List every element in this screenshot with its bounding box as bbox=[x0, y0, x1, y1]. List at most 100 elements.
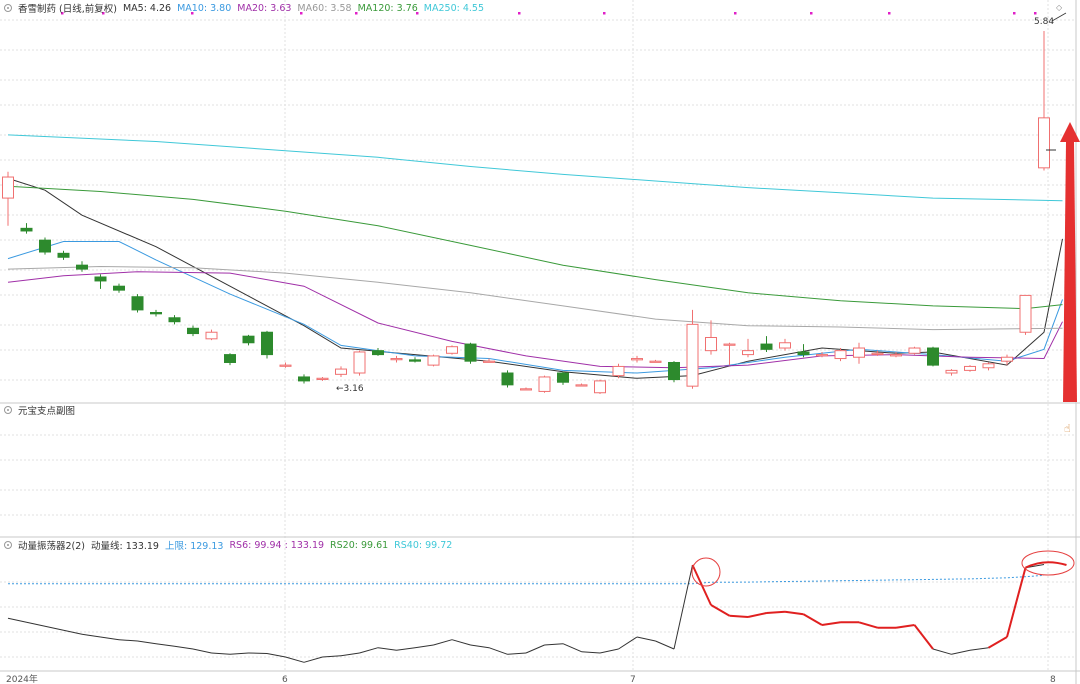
upper-limit-label: 上限: 129.13 bbox=[164, 541, 224, 552]
momentum-segment bbox=[655, 640, 675, 650]
candle-body bbox=[205, 331, 218, 340]
candle-body bbox=[668, 361, 680, 381]
candle-body bbox=[242, 335, 255, 344]
candle-body bbox=[113, 285, 125, 291]
candle-body bbox=[705, 336, 717, 352]
candle-body bbox=[298, 376, 310, 382]
momentum-segment bbox=[26, 621, 46, 627]
ma-line-ma5 bbox=[7, 177, 1063, 379]
candle-body bbox=[1001, 356, 1013, 362]
momentum-segment bbox=[229, 652, 249, 655]
candle-body bbox=[760, 343, 773, 350]
top-marker bbox=[1013, 12, 1016, 15]
candle-body bbox=[723, 343, 736, 346]
stock-title: 香雪制药 (日线,前复权) bbox=[18, 4, 117, 15]
momentum-segment bbox=[192, 648, 212, 654]
sub1-legend: 元宝支点副图 bbox=[0, 402, 81, 418]
panel-settings-icon[interactable] bbox=[4, 4, 12, 12]
sub2-title: 动量振荡器2(2) bbox=[18, 541, 86, 552]
candle-body bbox=[187, 327, 199, 335]
momentum-segment bbox=[137, 640, 157, 645]
candle-body bbox=[594, 380, 606, 394]
top-marker bbox=[734, 12, 737, 15]
candle-body bbox=[982, 363, 995, 369]
ma-line-ma250 bbox=[7, 134, 1063, 202]
momentum-segment bbox=[766, 610, 786, 614]
main-legend: 香雪制药 (日线,前复权) MA5: 4.26 MA10: 3.80 MA20:… bbox=[0, 0, 490, 16]
candle-body bbox=[279, 364, 292, 367]
high-price-pointer bbox=[1051, 12, 1067, 22]
candle-body bbox=[575, 384, 588, 387]
momentum-segment bbox=[470, 644, 490, 649]
momentum-segment bbox=[248, 652, 268, 654]
momentum-segment bbox=[987, 636, 1008, 649]
momentum-segment bbox=[969, 647, 989, 651]
candle-body bbox=[964, 365, 976, 371]
momentum-segment bbox=[285, 656, 305, 663]
momentum-segment bbox=[396, 647, 416, 651]
chart-canvas: 5.84 ◇ ←3.16 ☝ 2024年 6 7 8 bbox=[0, 0, 1080, 684]
momentum-segment bbox=[303, 656, 323, 663]
candle-body bbox=[57, 252, 70, 258]
candle-body bbox=[372, 350, 384, 356]
momentum-segment bbox=[322, 655, 342, 658]
candle-body bbox=[409, 359, 421, 362]
candle-body bbox=[871, 352, 884, 355]
candle-body bbox=[779, 342, 791, 349]
hand-cursor-icon[interactable]: ☝ bbox=[1064, 422, 1071, 435]
x-axis-label: 7 bbox=[630, 675, 636, 684]
candle-body bbox=[1019, 294, 1032, 333]
momentum-segment bbox=[174, 645, 194, 650]
x-axis-label: 2024年 bbox=[6, 673, 38, 684]
candle-body bbox=[557, 372, 569, 383]
sub1-title: 元宝支点副图 bbox=[18, 406, 76, 417]
candle-body bbox=[538, 376, 551, 392]
candle-body bbox=[224, 354, 236, 363]
candle-body bbox=[261, 331, 273, 356]
candle-body bbox=[150, 312, 162, 315]
candle-body bbox=[1038, 117, 1050, 169]
candle-body bbox=[520, 388, 532, 391]
top-marker bbox=[603, 12, 606, 15]
rs40-label: RS40: 99.72 bbox=[394, 539, 453, 551]
candle-body bbox=[797, 351, 810, 356]
panel-settings-icon[interactable] bbox=[4, 406, 12, 414]
candle-body bbox=[446, 346, 458, 354]
momentum-segment bbox=[155, 643, 175, 647]
candle-body bbox=[908, 347, 921, 354]
x-axis-label: 8 bbox=[1050, 675, 1056, 684]
sub2-legend: 动量振荡器2(2) 动量线: 133.19 上限: 129.13 RS6: 99… bbox=[0, 537, 458, 553]
momentum-segment bbox=[451, 639, 471, 646]
momentum-segment bbox=[618, 636, 638, 650]
candle-body bbox=[76, 264, 88, 270]
momentum-segment bbox=[63, 629, 83, 635]
candle-body bbox=[501, 372, 514, 386]
red-arrow-icon bbox=[1060, 122, 1080, 402]
panel-settings-icon[interactable] bbox=[4, 541, 12, 549]
candle-body bbox=[483, 360, 495, 363]
momentum-segment bbox=[266, 653, 286, 658]
candle-body bbox=[335, 368, 347, 375]
momentum-segment bbox=[784, 610, 804, 616]
candle-body bbox=[834, 350, 847, 360]
candle-body bbox=[649, 360, 662, 363]
momentum-segment bbox=[414, 644, 434, 649]
momentum-segment bbox=[340, 652, 360, 657]
candle-body bbox=[353, 351, 366, 374]
momentum-segment bbox=[525, 644, 545, 654]
top-marker bbox=[888, 12, 891, 15]
candle-body bbox=[390, 358, 403, 361]
ma20-label: MA20: 3.63 bbox=[237, 2, 292, 14]
x-axis-labels: 2024年 6 7 8 bbox=[6, 673, 1056, 684]
momentum-segment bbox=[433, 639, 453, 646]
momentum-segment bbox=[544, 643, 564, 646]
ma250-label: MA250: 4.55 bbox=[423, 2, 484, 14]
momentum-segment bbox=[729, 614, 749, 618]
ma60-label: MA60: 3.58 bbox=[297, 2, 352, 14]
momentum-segment bbox=[932, 648, 952, 655]
top-marker bbox=[1034, 12, 1037, 15]
candle-body bbox=[2, 176, 14, 199]
ma-line-ma120 bbox=[7, 185, 1063, 310]
ma120-label: MA120: 3.76 bbox=[357, 2, 418, 14]
ma-line-ma60 bbox=[7, 265, 1063, 331]
